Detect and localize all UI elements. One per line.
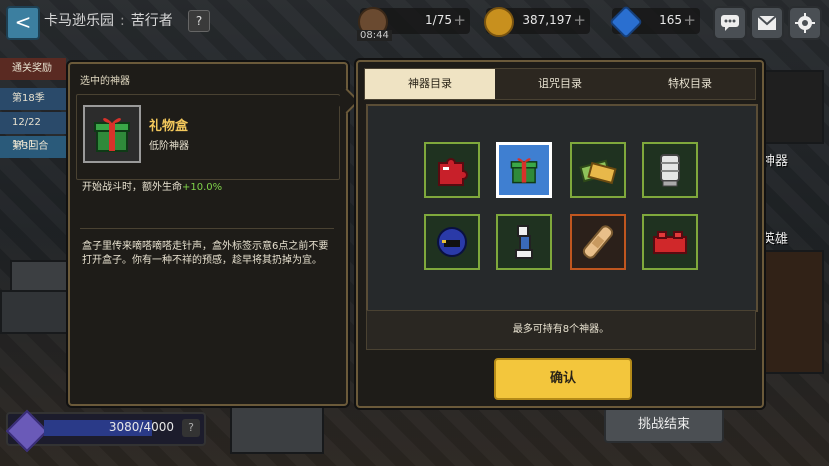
artifact-slot-money[interactable]	[570, 142, 626, 198]
artifact-slot-red-puzzle[interactable]	[424, 142, 480, 198]
gold-coin-icon	[484, 7, 514, 37]
artifact-slot-glove[interactable]	[642, 142, 698, 198]
artifact-grade: 低阶神器	[149, 141, 189, 152]
artifact-slot-brick[interactable]	[642, 214, 698, 270]
stamina-plus-icon[interactable]: +	[453, 11, 466, 29]
tab-privileges[interactable]: 特权目录	[625, 69, 755, 99]
blue-helmet-icon	[437, 227, 467, 257]
gold-plus-icon[interactable]: +	[573, 11, 586, 29]
title-separator: :	[120, 13, 125, 29]
gem-value: 165	[659, 13, 682, 27]
progress-help-button[interactable]: ?	[182, 419, 200, 437]
artifact-slot-chess[interactable]	[496, 214, 552, 270]
mode-name: 苦行者	[130, 13, 173, 29]
gem-icon	[609, 5, 643, 39]
money-bundle-icon	[579, 159, 617, 185]
chat-icon[interactable]	[713, 6, 747, 40]
progress-bar: 3080/4000 ?	[5, 409, 206, 453]
artifact-name: 礼物盒	[149, 119, 189, 134]
confirm-button[interactable]: 确认	[494, 358, 632, 400]
bandage-icon	[582, 225, 614, 259]
back-button[interactable]: <	[6, 6, 40, 40]
tab-curses[interactable]: 诅咒目录	[495, 69, 625, 99]
progress-value: 3080/4000	[108, 420, 174, 434]
artifact-slot-helmet[interactable]	[424, 214, 480, 270]
artifacts-side-label[interactable]: 神器	[762, 150, 788, 169]
help-button[interactable]: ?	[188, 10, 210, 32]
artifact-effect: 开始战斗时，额外生命+10.0%	[82, 178, 222, 193]
round-label: 第3回合	[0, 136, 66, 158]
stage-title: 卡马逊乐园: 苦行者	[44, 10, 173, 30]
park-name: 卡马逊乐园	[44, 13, 114, 29]
artifact-description: 盒子里传来嘀嗒嘀嗒走针声，盒外标签示意6点之前不要打开盒子。你有一种不祥的预感，…	[82, 241, 329, 266]
gift-box-icon	[510, 158, 538, 184]
gold-counter[interactable]: 387,197 +	[484, 7, 590, 37]
gem-plus-icon[interactable]: +	[683, 11, 696, 29]
artifact-slot-gift-box[interactable]	[496, 142, 552, 198]
gold-value: 387,197	[522, 13, 572, 27]
left-hud: 通关奖励 第18季 12/22 14:1 第3回合	[0, 58, 66, 160]
catalog-tabs: 神器目录 诅咒目录 特权目录	[364, 68, 756, 100]
artifact-slot-bandage[interactable]	[570, 214, 626, 270]
heroes-side-label[interactable]: 英雄	[762, 228, 788, 247]
panel-divider	[80, 228, 334, 229]
effect-text: 开始战斗时，额外生命	[82, 182, 182, 193]
season-time: 12/22 14:1	[0, 112, 66, 150]
top-bar: < 卡马逊乐园: 苦行者 ? 1/75 + 08:44 387,197 + 165…	[0, 0, 829, 44]
red-brick-icon	[653, 231, 687, 254]
rank-gem-icon	[5, 409, 49, 453]
stamina-value: 1/75	[425, 13, 452, 27]
selected-artifact-panel: 选中的神器 礼物盒 低阶神器 开始战斗时，额外生命+10.0% 盒子里传来嘀嗒嘀…	[68, 62, 348, 406]
rewards-title: 通关奖励	[0, 58, 66, 80]
chess-piece-icon	[515, 225, 533, 259]
season-label: 第18季	[0, 88, 66, 110]
artifact-grid	[366, 104, 758, 312]
stamina-timer: 08:44	[357, 30, 392, 41]
red-puzzle-icon	[438, 158, 468, 186]
effect-bonus: +10.0%	[182, 182, 223, 193]
artifact-limit-text: 最多可持有8个神器。	[366, 310, 756, 350]
white-glove-icon	[660, 154, 680, 187]
end-challenge-button[interactable]: 挑战结束	[604, 407, 724, 443]
gift-box-icon	[83, 105, 141, 163]
gem-counter[interactable]: 165 +	[609, 5, 700, 39]
mail-icon[interactable]	[750, 6, 784, 40]
settings-gear-icon[interactable]	[788, 6, 822, 40]
selected-artifact-header: 选中的神器	[80, 76, 130, 87]
selected-artifact-card: 礼物盒 低阶神器	[76, 94, 340, 180]
tab-artifacts[interactable]: 神器目录	[365, 69, 495, 99]
catalog-panel: 神器目录 诅咒目录 特权目录 最多可持有8个神器。 确认	[356, 60, 764, 408]
